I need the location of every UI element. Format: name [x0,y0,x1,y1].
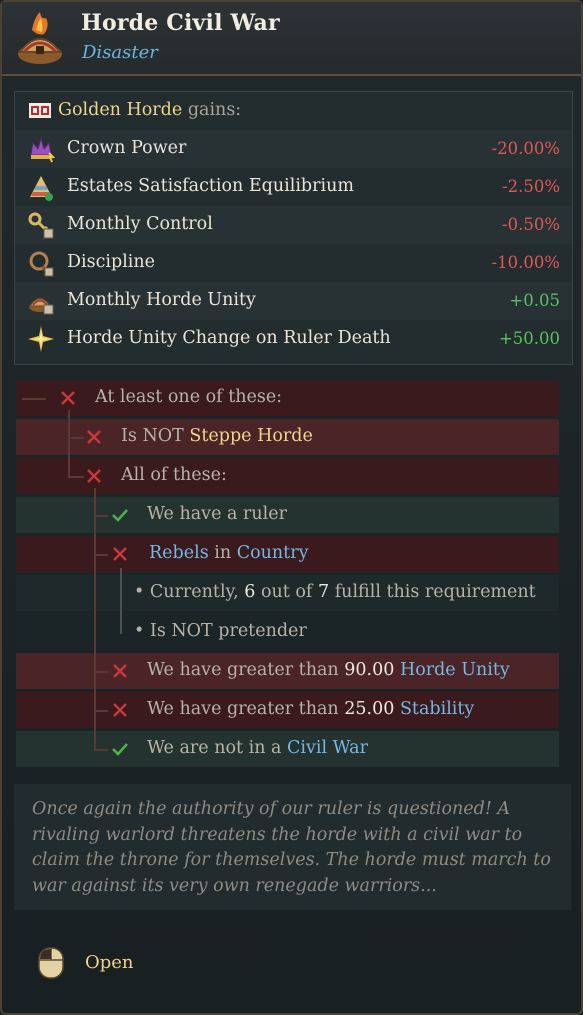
req-currently: • Currently, 6 out of 7 fulfill this req… [16,575,559,611]
effect-label: Horde Unity Change on Ruler Death [67,328,391,348]
open-button[interactable]: Open [85,952,134,973]
req-text-outof: out of [260,582,313,602]
effects-box: Golden Horde gains: Crown Power -20.00% … [14,91,573,365]
req-text-suffix: fulfill this requirement [334,582,536,602]
effect-row: Discipline -10.00% [15,244,572,282]
stability-link[interactable]: Stability [400,699,474,719]
tree-connector [120,568,122,634]
country-name[interactable]: Golden Horde [58,100,182,120]
horde-unity-icon [29,298,54,315]
bullet-icon: • [134,621,145,641]
estates-pyramid-icon [30,176,53,201]
control-key-icon [28,212,54,239]
tree-connector [94,515,108,517]
effects-header: Golden Horde gains: [15,92,572,130]
civil-war-link[interactable]: Civil War [287,738,368,758]
effect-value: -10.00% [491,253,561,272]
flavor-text: Once again the authority of our ruler is… [32,799,551,896]
effect-value: +50.00 [498,329,560,348]
effect-row: Monthly Horde Unity +0.05 [15,282,572,320]
checkmark-icon [112,509,128,522]
current-count: 6 [244,582,256,602]
discipline-whip-icon [29,251,54,277]
total-count: 7 [317,582,330,602]
req-text: We have greater than 25.00 Stability [147,699,474,719]
req-text: Is NOT Steppe Horde [121,426,313,446]
cross-icon [113,703,127,717]
req-text: We are not in a Civil War [147,738,368,758]
req-text-body: Is NOT pretender [149,621,307,641]
req-text-prefix: We are not in a [147,738,282,758]
tree-connector [94,710,108,712]
checkmark-icon [112,743,128,756]
crown-power-icon [30,137,55,163]
req-text: At least one of these: [95,387,283,407]
page-title: Horde Civil War [81,10,280,36]
effect-row: Monthly Control -0.50% [15,206,572,244]
effects-heading: Golden Horde gains: [58,100,241,120]
effect-label: Crown Power [67,138,187,158]
tree-connector [22,398,46,400]
effect-label: Monthly Control [67,214,213,234]
effect-label: Monthly Horde Unity [67,290,256,310]
cross-icon [113,547,127,561]
effect-value: -0.50% [502,215,560,234]
req-all-of: All of these: [16,458,559,494]
effect-row: Estates Satisfaction Equilibrium -2.50% [15,168,572,206]
tree-connector [94,749,108,751]
tree-connector [68,437,84,439]
rebels-link[interactable]: Rebels [149,543,209,563]
tree-connector [68,410,70,476]
star-burst-icon [28,326,54,352]
effect-row: Horde Unity Change on Ruler Death +50.00 [15,320,572,358]
steppe-horde-link[interactable]: Steppe Horde [189,426,312,446]
flavor-box: Once again the authority of our ruler is… [14,784,571,910]
gains-label: gains: [187,100,242,120]
req-text: We have greater than 90.00 Horde Unity [147,660,510,680]
effect-row: Crown Power -20.00% [15,130,572,168]
req-not-steppe-horde: Is NOT Steppe Horde [16,419,559,455]
bullet-icon: • [134,582,145,602]
horde-unity-link[interactable]: Horde Unity [400,660,510,680]
req-text: We have a ruler [147,504,287,524]
tree-connector [94,671,108,673]
country-flag-icon [29,103,51,118]
req-text: • Is NOT pretender [134,621,307,641]
effect-value: -20.00% [491,139,561,158]
req-text: All of these: [121,465,227,485]
req-text-prefix: Currently, [149,582,239,602]
req-not-pretender: • Is NOT pretender [16,614,559,650]
effect-label: Estates Satisfaction Equilibrium [67,176,354,196]
req-text: Rebels in Country [149,543,308,563]
cross-icon [87,469,101,483]
tree-connector [68,476,84,478]
mouse-left-click-icon [38,947,64,979]
req-text-prefix: We have greater than [147,699,339,719]
stability-value: 25.00 [344,699,395,719]
effect-value: -2.50% [502,177,560,196]
header: Horde Civil War Disaster [2,2,581,76]
req-text-prefix: We have greater than [147,660,339,680]
cross-icon [61,391,75,405]
country-link[interactable]: Country [237,543,309,563]
horde-tent-fire-icon [17,12,63,64]
horde-unity-value: 90.00 [344,660,395,680]
req-text-in: in [214,543,232,563]
cross-icon [87,430,101,444]
effect-label: Discipline [67,252,156,272]
cross-icon [113,664,127,678]
tooltip-panel: Horde Civil War Disaster Golden Horde ga… [0,0,583,1015]
page-subtitle: Disaster [82,42,158,63]
req-text: • Currently, 6 out of 7 fulfill this req… [134,582,536,602]
req-at-least-one: At least one of these: [16,380,559,416]
req-text-prefix: Is NOT [121,426,184,446]
tree-connector [94,554,108,556]
effect-value: +0.05 [509,291,560,310]
